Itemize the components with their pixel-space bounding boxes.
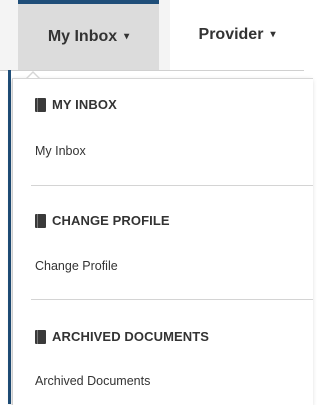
menu-link-change-profile[interactable]: Change Profile <box>35 259 118 273</box>
menu-link-archived-documents[interactable]: Archived Documents <box>35 374 150 388</box>
tab-my-inbox[interactable]: My Inbox ▾ <box>18 0 159 70</box>
section-heading-my-inbox: MY INBOX <box>35 97 117 112</box>
menu-divider <box>31 185 313 186</box>
accent-border <box>8 70 11 404</box>
inbox-dropdown-menu: MY INBOX My Inbox CHANGE PROFILE Change … <box>12 78 313 405</box>
chevron-down-icon: ▾ <box>270 28 276 40</box>
section-heading-archived-documents: ARCHIVED DOCUMENTS <box>35 329 209 344</box>
tab-my-inbox-label: My Inbox <box>47 28 118 45</box>
menu-link-my-inbox[interactable]: My Inbox <box>35 144 86 158</box>
menu-divider <box>31 299 313 300</box>
tab-provider[interactable]: Provider ▾ <box>170 0 304 70</box>
dropdown-pointer-fill <box>28 73 38 78</box>
book-icon <box>35 329 46 344</box>
chevron-down-icon: ▾ <box>124 30 130 42</box>
tab-provider-label: Provider <box>198 26 264 43</box>
section-heading-label: CHANGE PROFILE <box>52 213 170 228</box>
top-nav-bar: My Inbox ▾ Provider ▾ <box>0 0 304 71</box>
book-icon <box>35 213 46 228</box>
section-heading-label: ARCHIVED DOCUMENTS <box>52 329 210 344</box>
section-heading-change-profile: CHANGE PROFILE <box>35 213 170 228</box>
section-heading-label: MY INBOX <box>52 97 117 112</box>
book-icon <box>35 97 46 112</box>
